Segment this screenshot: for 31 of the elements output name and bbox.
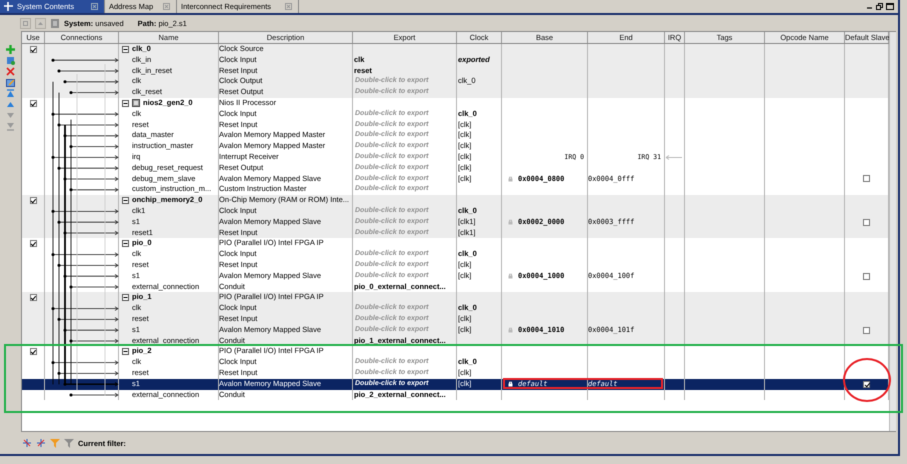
checkbox[interactable] [30, 100, 36, 107]
checkbox[interactable] [863, 218, 870, 226]
checkbox[interactable] [30, 197, 36, 204]
checkbox[interactable] [863, 272, 870, 280]
system-icon [50, 18, 60, 28]
lock-icon [508, 176, 513, 182]
edit-icon[interactable] [6, 78, 15, 87]
checkbox[interactable] [30, 294, 36, 302]
move-up-icon[interactable] [6, 100, 15, 109]
show-connections-icon[interactable] [36, 438, 46, 448]
close-icon[interactable] [91, 3, 98, 10]
clear-filter-icon[interactable] [64, 438, 74, 448]
up-icon [38, 20, 43, 26]
checkbox[interactable] [863, 380, 870, 388]
scrollbar[interactable] [889, 32, 896, 431]
lock-icon [508, 273, 513, 280]
maximize-icon[interactable] [886, 3, 894, 10]
checkbox[interactable] [863, 175, 870, 182]
checkbox[interactable] [30, 240, 36, 248]
checkbox[interactable] [30, 348, 36, 356]
move-top-icon[interactable] [6, 89, 15, 98]
hide-connections-icon[interactable] [22, 438, 32, 448]
irq-arrow-icon [665, 154, 683, 160]
restore-icon[interactable] [876, 3, 883, 10]
delete-icon[interactable] [6, 67, 15, 76]
lock-icon [508, 381, 513, 388]
checkbox[interactable] [30, 46, 36, 53]
lock-icon [508, 327, 513, 334]
lock-icon [508, 219, 513, 226]
processor-icon [132, 99, 140, 108]
checkbox[interactable] [863, 326, 870, 334]
